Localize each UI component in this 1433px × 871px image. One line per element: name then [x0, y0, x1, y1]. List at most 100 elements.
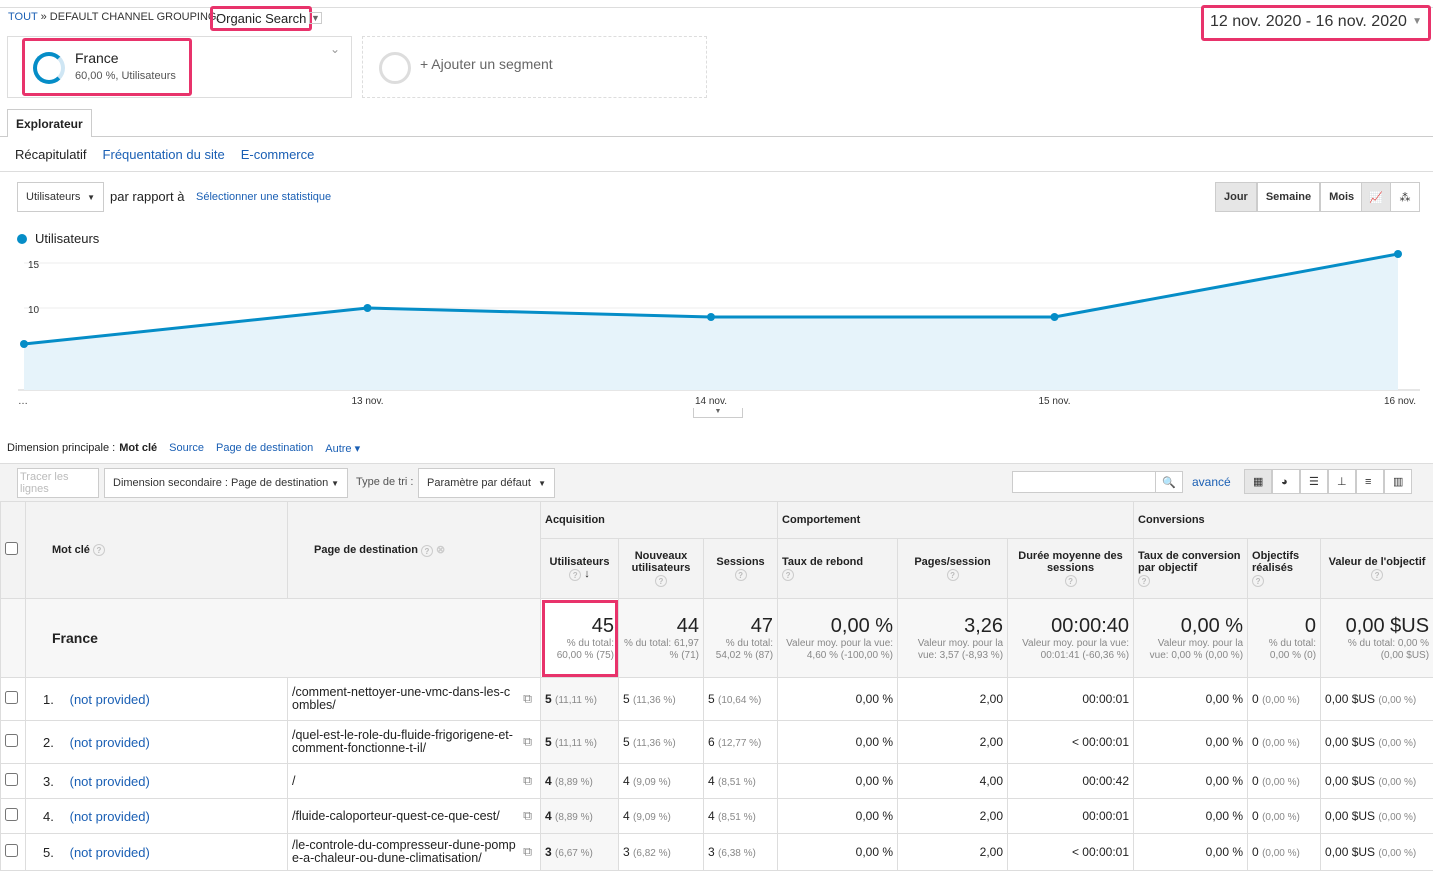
help-icon[interactable]: ? — [782, 569, 794, 581]
col-goals[interactable]: Objectifs réalisés? — [1248, 539, 1321, 599]
col-users[interactable]: Utilisateurs? ↓ — [541, 539, 619, 599]
keyword-link[interactable]: (not provided) — [70, 692, 150, 707]
col-bounce-rate[interactable]: Taux de rebond? — [778, 539, 898, 599]
date-range-picker[interactable]: 12 nov. 2020 - 16 nov. 2020▼ — [1201, 5, 1431, 41]
table-view-icon[interactable]: ▦ — [1244, 469, 1272, 494]
dimension-other[interactable]: Autre ▾ — [325, 442, 360, 455]
help-icon[interactable]: ? — [735, 569, 747, 581]
col-goal-value[interactable]: Valeur de l'objectif? — [1321, 539, 1433, 599]
select-metric-link[interactable]: Sélectionner une statistique — [196, 191, 331, 203]
data-point[interactable] — [20, 340, 28, 348]
data-point[interactable] — [707, 313, 715, 321]
row-checkbox[interactable] — [1, 764, 26, 799]
performance-view-icon[interactable]: ☰ — [1300, 469, 1328, 494]
chevron-down-icon[interactable]: ▼ — [309, 12, 322, 24]
value: 0 — [1252, 774, 1259, 788]
dimension-landing-page[interactable]: Page de destination — [216, 442, 313, 455]
group-acquisition: Acquisition — [541, 502, 778, 539]
plot-rows-button[interactable]: Tracer les lignes — [17, 468, 99, 498]
dimension-keyword[interactable]: Mot clé — [119, 442, 157, 455]
keyword-link[interactable]: (not provided) — [70, 845, 150, 860]
chevron-down-icon[interactable]: ⌄ — [330, 42, 340, 56]
row-checkbox[interactable] — [1, 678, 26, 721]
col-sessions[interactable]: Sessions? — [704, 539, 778, 599]
subtab-ecommerce[interactable]: E-commerce — [241, 147, 315, 162]
remove-dimension-icon[interactable]: ⊗ — [436, 544, 445, 556]
goal-value-cell: 0,00 $US (0,00 %) — [1321, 799, 1433, 834]
metric-select[interactable]: Utilisateurs▼ — [17, 182, 104, 212]
help-icon[interactable]: ? — [1138, 575, 1150, 587]
period-month[interactable]: Mois — [1320, 182, 1363, 212]
col-conversion-rate[interactable]: Taux de conversion par objectif? — [1134, 539, 1248, 599]
help-icon[interactable]: ? — [1065, 575, 1077, 587]
total-value: 44 — [623, 615, 699, 638]
dimension-source[interactable]: Source — [169, 442, 204, 455]
channel-select[interactable]: Organic Search — [210, 6, 312, 31]
total-value: 45 — [545, 615, 614, 638]
row-checkbox[interactable] — [1, 721, 26, 764]
col-landing-page[interactable]: Page de destination ? ⊗ — [288, 502, 541, 599]
data-table: Mot clé ? Page de destination ? ⊗ Acquis… — [0, 501, 1433, 871]
secondary-dimension-select[interactable]: Dimension secondaire : Page de destinati… — [104, 468, 348, 498]
bounce-cell: 0,00 % — [778, 834, 898, 871]
select-all-checkbox[interactable] — [1, 502, 26, 599]
subtab-site-usage[interactable]: Fréquentation du site — [103, 147, 225, 162]
row-checkbox[interactable] — [1, 834, 26, 871]
help-icon[interactable]: ? — [569, 569, 581, 581]
x-tick-label: 16 nov. — [1384, 396, 1416, 407]
external-link-icon[interactable]: ⧉ — [523, 693, 532, 706]
col-pages-session[interactable]: Pages/session? — [898, 539, 1008, 599]
sort-select[interactable]: Paramètre par défaut▼ — [418, 468, 555, 498]
keyword-link[interactable]: (not provided) — [70, 809, 150, 824]
col-new-users[interactable]: Nouveaux utilisateurs? — [619, 539, 704, 599]
page-link[interactable]: /fluide-caloporteur-quest-ce-que-cest/ — [292, 809, 500, 823]
breadcrumb-all[interactable]: TOUT — [8, 11, 38, 23]
external-link-icon[interactable]: ⧉ — [523, 775, 532, 788]
col-avg-duration[interactable]: Durée moyenne des sessions? — [1008, 539, 1134, 599]
motion-chart-icon[interactable]: ⁂ — [1390, 182, 1420, 212]
tab-explorer[interactable]: Explorateur — [7, 109, 92, 137]
add-segment-button[interactable]: + Ajouter un segment — [362, 36, 707, 98]
table-search-input[interactable] — [1012, 471, 1157, 493]
data-point[interactable] — [1051, 313, 1059, 321]
subtab-summary[interactable]: Récapitulatif — [15, 147, 87, 162]
external-link-icon[interactable]: ⧉ — [523, 736, 532, 749]
period-day[interactable]: Jour — [1215, 182, 1257, 212]
page-link[interactable]: /le-controle-du-compresseur-dune-pompe-a… — [292, 838, 516, 865]
period-week[interactable]: Semaine — [1257, 182, 1320, 212]
data-point[interactable] — [364, 304, 372, 312]
row-checkbox[interactable] — [1, 799, 26, 834]
help-icon[interactable]: ? — [93, 544, 105, 556]
external-link-icon[interactable]: ⧉ — [523, 846, 532, 859]
help-icon[interactable]: ? — [655, 575, 667, 587]
dimension-label: Dimension principale : — [7, 442, 115, 455]
pivot-view-icon[interactable]: ▥ — [1384, 469, 1412, 494]
keyword-link[interactable]: (not provided) — [70, 735, 150, 750]
percent: (0,00 %) — [1378, 812, 1416, 823]
help-icon[interactable]: ? — [1252, 575, 1264, 587]
col-keyword[interactable]: Mot clé ? — [26, 502, 288, 599]
comparison-view-icon[interactable]: ⊥ — [1328, 469, 1356, 494]
page-link[interactable]: / — [292, 774, 295, 788]
data-point[interactable] — [1394, 250, 1402, 258]
goal-value-cell: 0,00 $US (0,00 %) — [1321, 678, 1433, 721]
table-row: 5. (not provided) /le-controle-du-compre… — [1, 834, 1433, 871]
total-value: 47 — [708, 615, 773, 638]
term-cloud-view-icon[interactable]: ≡ — [1356, 469, 1384, 494]
help-icon[interactable]: ? — [421, 545, 433, 557]
search-icon[interactable]: 🔍 — [1155, 471, 1183, 493]
pie-view-icon[interactable]: ◕ — [1272, 469, 1300, 494]
page-link[interactable]: /comment-nettoyer-une-vmc-dans-les-combl… — [292, 685, 510, 712]
percent: (11,11 %) — [555, 695, 597, 706]
segment-france[interactable]: France 60,00 %, Utilisateurs — [22, 38, 192, 96]
advanced-filter-link[interactable]: avancé — [1192, 475, 1231, 489]
external-link-icon[interactable]: ⧉ — [523, 810, 532, 823]
help-icon[interactable]: ? — [947, 569, 959, 581]
line-chart-icon[interactable]: 📈 — [1361, 182, 1391, 212]
keyword-link[interactable]: (not provided) — [70, 774, 150, 789]
help-icon[interactable]: ? — [1371, 569, 1383, 581]
page-cell: /le-controle-du-compresseur-dune-pompe-a… — [288, 834, 541, 871]
chart-resize-handle[interactable]: ▼ — [693, 408, 743, 418]
page-link[interactable]: /quel-est-le-role-du-fluide-frigorigene-… — [292, 728, 513, 755]
segment-detail: 60,00 %, Utilisateurs — [75, 70, 176, 82]
